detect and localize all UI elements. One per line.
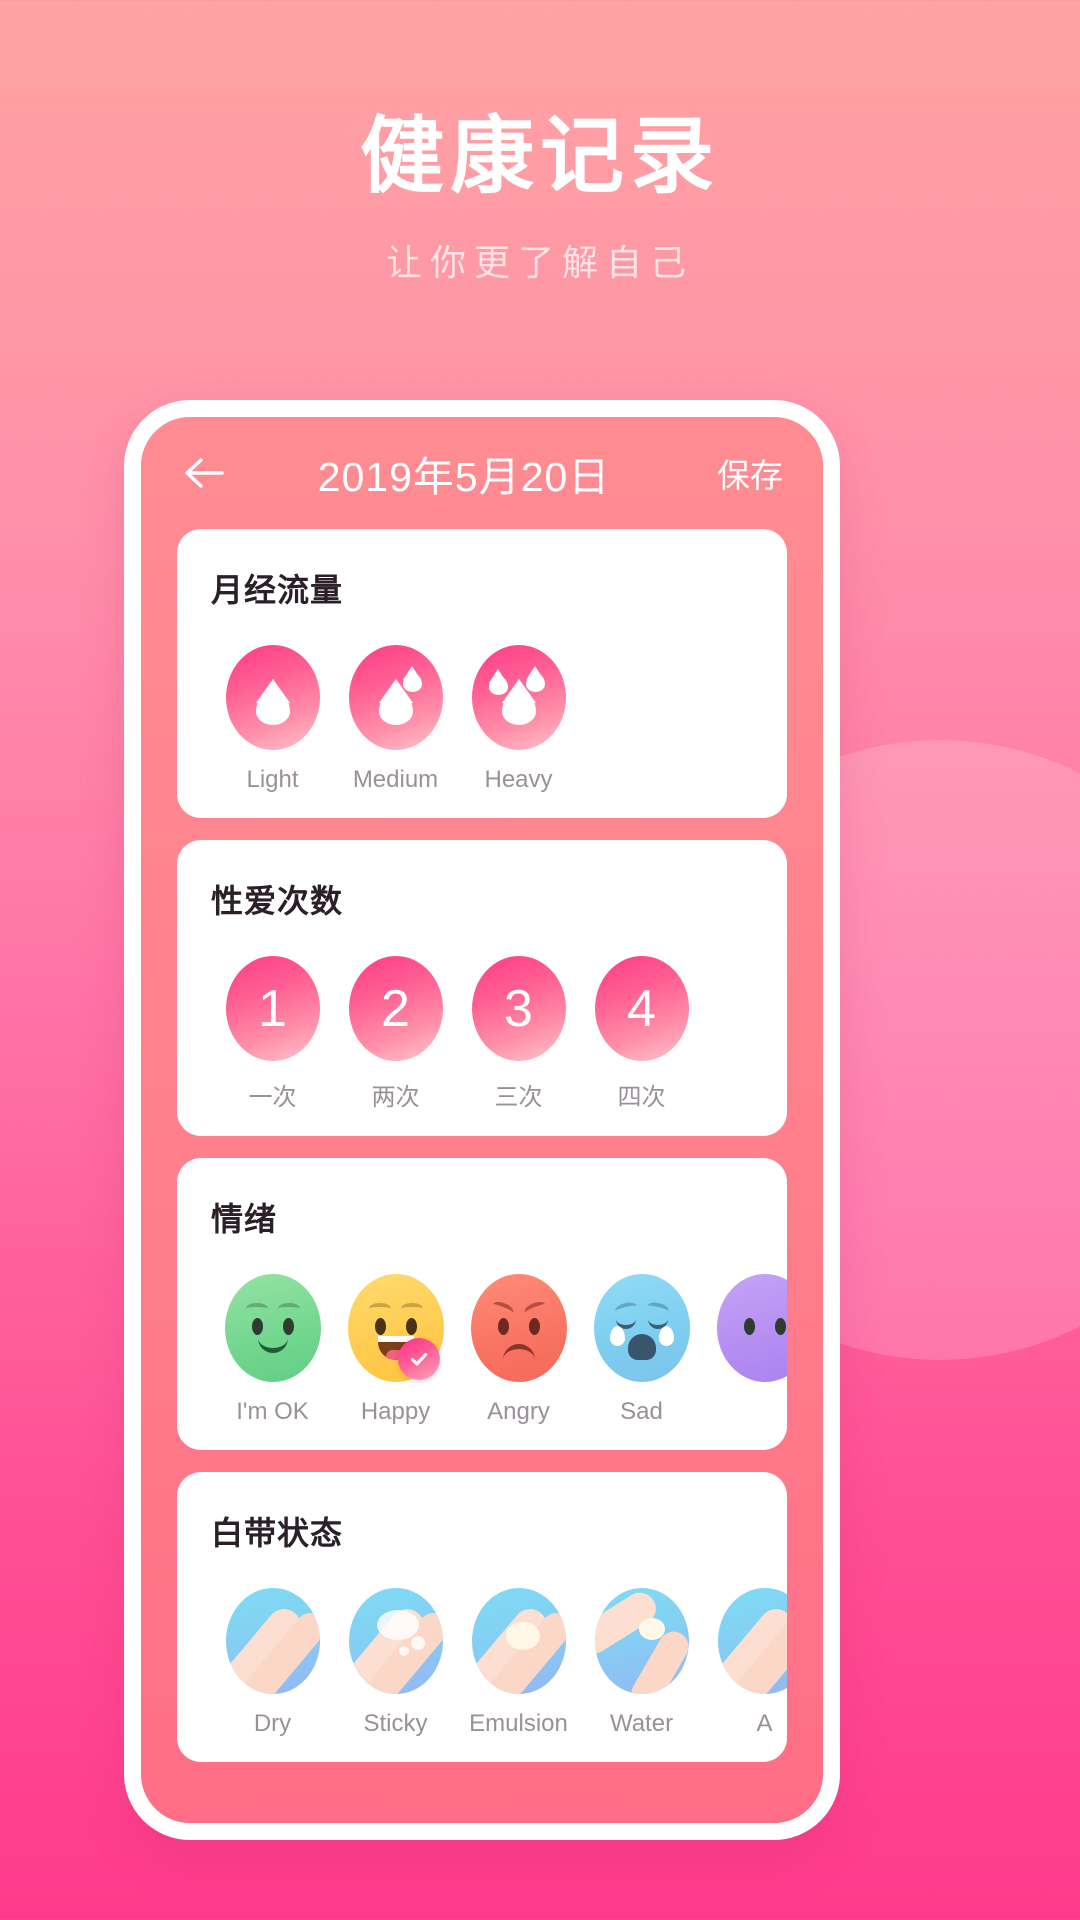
option-label: Heavy [484, 766, 553, 793]
card-menstrual-flow: 月经流量 Light Medium Heavy [177, 529, 787, 818]
count-value-3: 3 [471, 956, 566, 1061]
arrow-left-icon [181, 455, 227, 491]
sex-count-options: 1 一次 2 两次 3 三次 4 四次 [177, 922, 787, 1112]
mood-option-angry[interactable]: Angry [457, 1274, 580, 1426]
option-label: Sticky [363, 1710, 428, 1737]
mood-option-happy[interactable]: Happy [334, 1274, 457, 1426]
discharge-partial-icon [717, 1588, 787, 1694]
drop-2-icon [348, 645, 443, 750]
mood-option-ok[interactable]: I'm OK [211, 1274, 334, 1426]
count-value-1: 1 [225, 956, 320, 1061]
count-value-4: 4 [594, 956, 689, 1061]
discharge-option-emulsion[interactable]: Emulsion [457, 1588, 580, 1738]
drop-3-icon [471, 645, 566, 750]
card-discharge: 白带状态 Dry Sticky Emulsion Water A [177, 1472, 787, 1762]
option-label: Sad [620, 1398, 663, 1425]
page-title: 健康记录 [359, 109, 720, 203]
option-label: Medium [352, 766, 439, 793]
content-scroll-area[interactable]: 月经流量 Light Medium Heavy 性爱次数 1 一次 2 两次 3… [141, 529, 823, 1823]
flow-option-medium[interactable]: Medium [334, 645, 457, 794]
option-label: Dry [253, 1710, 292, 1737]
discharge-dry-icon [225, 1588, 320, 1694]
card-title-menstrual-flow: 月经流量 [211, 572, 344, 608]
drop-1-icon [225, 645, 320, 750]
option-label: Emulsion [469, 1710, 568, 1737]
count-value-2: 2 [348, 956, 443, 1061]
card-mood: 情绪 I'm OK Happy Angry Sad [177, 1158, 787, 1450]
option-label: Happy [360, 1398, 431, 1425]
option-label: 两次 [371, 1084, 420, 1111]
menstrual-flow-options: Light Medium Heavy [177, 611, 787, 794]
discharge-option-dry[interactable]: Dry [211, 1588, 334, 1738]
hero-section: 健康记录 让你更了解自己 [0, 0, 1080, 286]
card-title-sex-count: 性爱次数 [211, 883, 344, 919]
mood-option-more[interactable] [703, 1274, 787, 1398]
option-label: I'm OK [236, 1398, 309, 1425]
count-option-2[interactable]: 2 两次 [334, 956, 457, 1112]
discharge-emulsion-icon [471, 1588, 566, 1694]
discharge-sticky-icon [348, 1588, 443, 1694]
option-label: Light [246, 766, 299, 793]
count-option-1[interactable]: 1 一次 [211, 956, 334, 1112]
selected-check-icon [397, 1338, 440, 1380]
card-sex-count: 性爱次数 1 一次 2 两次 3 三次 4 四次 [177, 840, 787, 1136]
face-purple-icon [716, 1274, 787, 1382]
date-title: 2019年5月20日 [317, 454, 611, 500]
mood-options: I'm OK Happy Angry Sad [177, 1240, 787, 1426]
discharge-option-sticky[interactable]: Sticky [334, 1588, 457, 1738]
face-happy-yellow-icon [347, 1274, 444, 1382]
page-subtitle: 让你更了解自己 [385, 242, 694, 284]
face-angry-red-icon [470, 1274, 567, 1382]
discharge-water-icon [594, 1588, 689, 1694]
face-crying-blue-icon [593, 1274, 690, 1382]
option-label: 三次 [494, 1084, 543, 1111]
flow-option-heavy[interactable]: Heavy [457, 645, 580, 794]
option-label: Angry [487, 1398, 550, 1425]
option-label: 四次 [617, 1084, 666, 1111]
card-title-mood: 情绪 [211, 1201, 278, 1237]
save-button[interactable]: 保存 [683, 449, 783, 497]
back-button[interactable] [181, 455, 245, 491]
option-label: Water [609, 1710, 674, 1737]
face-neutral-green-icon [224, 1274, 321, 1382]
count-option-3[interactable]: 3 三次 [457, 956, 580, 1112]
flow-option-light[interactable]: Light [211, 645, 334, 794]
discharge-option-water[interactable]: Water [580, 1588, 703, 1738]
card-title-discharge: 白带状态 [211, 1515, 344, 1551]
option-label: A [756, 1710, 773, 1737]
discharge-options: Dry Sticky Emulsion Water A [177, 1554, 787, 1738]
option-label: 一次 [248, 1084, 297, 1111]
phone-mockup: 2019年5月20日 保存 月经流量 Light Medium Heavy 性爱… [124, 400, 840, 1840]
mood-option-sad[interactable]: Sad [580, 1274, 703, 1426]
app-navbar: 2019年5月20日 保存 [141, 417, 823, 529]
discharge-option-partial[interactable]: A [703, 1588, 787, 1738]
phone-screen: 2019年5月20日 保存 月经流量 Light Medium Heavy 性爱… [141, 417, 823, 1823]
count-option-4[interactable]: 4 四次 [580, 956, 703, 1112]
